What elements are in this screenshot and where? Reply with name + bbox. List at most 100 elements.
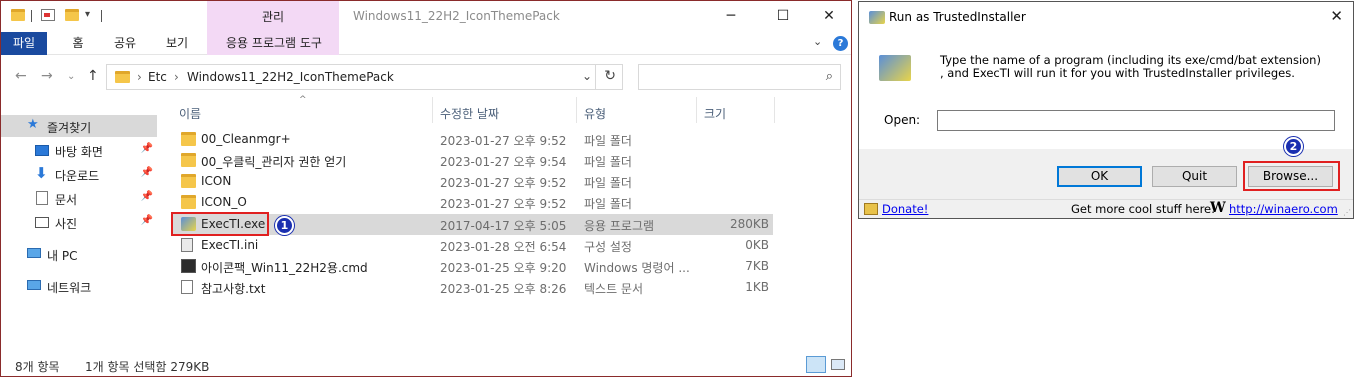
file-name: 참고사항.txt	[201, 282, 266, 296]
refresh-icon[interactable]: ↻	[604, 68, 616, 84]
file-date: 2023-01-27 오후 9:52	[440, 197, 567, 211]
ribbon-tabs: 파일 홈 공유 보기 응용 프로그램 도구 ⌄ ?	[1, 32, 851, 55]
status-bar: 8개 항목 1개 항목 선택함 279KB	[1, 351, 851, 377]
table-row[interactable]: ICON_O 2023-01-27 오후 9:52 파일 폴더	[173, 192, 773, 213]
column-header-size[interactable]: 크기	[704, 105, 726, 122]
details-view-icon[interactable]	[806, 356, 826, 373]
column-separator[interactable]	[576, 97, 577, 123]
cmd-file-icon	[181, 259, 196, 273]
more-stuff-text: Get more cool stuff here:	[1071, 202, 1215, 216]
dialog-body: Type the name of a program (including it…	[859, 33, 1353, 149]
file-size: 1KB	[745, 280, 769, 294]
manage-context-tab[interactable]: 관리	[207, 1, 339, 32]
up-arrow-icon[interactable]: ↑	[87, 68, 99, 84]
column-separator[interactable]	[696, 97, 697, 123]
recent-locations-chevron-icon[interactable]: ⌄	[67, 71, 75, 82]
sidebar-item-network[interactable]: 네트워크	[1, 275, 157, 297]
sidebar-item-quick-access[interactable]: ★ 즐겨찾기	[1, 115, 157, 137]
separator	[31, 10, 32, 22]
ok-button[interactable]: OK	[1057, 166, 1142, 187]
file-type: 구성 설정	[584, 240, 632, 254]
close-button[interactable]: ✕	[819, 7, 839, 25]
file-date: 2023-01-25 오후 8:26	[440, 282, 567, 296]
item-count: 8개 항목	[15, 360, 60, 374]
file-date: 2023-01-28 오전 6:54	[440, 240, 567, 254]
open-input[interactable]	[937, 110, 1335, 131]
maximize-button[interactable]: ☐	[773, 7, 793, 25]
highlight-box-browse	[1243, 161, 1340, 191]
run-as-trustedinstaller-dialog: Run as TrustedInstaller ✕ Type the name …	[858, 1, 1354, 219]
customize-qa-chevron-icon[interactable]: ▾	[85, 9, 90, 20]
back-arrow-icon[interactable]: ←	[15, 68, 27, 84]
chevron-right-icon[interactable]: ›	[174, 70, 179, 84]
tab-view[interactable]: 보기	[155, 32, 199, 55]
tab-share[interactable]: 공유	[105, 32, 145, 55]
expand-ribbon-chevron-icon[interactable]: ⌄	[813, 35, 822, 48]
tab-file[interactable]: 파일	[1, 32, 47, 55]
highlight-box-exectI	[171, 212, 269, 236]
address-bar[interactable]: › Etc › Windows11_22H2_IconThemePack ⌄ ↻	[106, 64, 623, 90]
file-name: ICON_O	[201, 195, 247, 209]
table-row[interactable]: ExecTI.ini 2023-01-28 오전 6:54 구성 설정 0KB	[173, 235, 773, 256]
column-header-name[interactable]: 이름	[179, 105, 201, 122]
large-icons-view-icon[interactable]	[829, 356, 847, 373]
minimize-button[interactable]: ─	[721, 7, 741, 25]
dialog-link-bar: Donate! Get more cool stuff here: W http…	[859, 199, 1353, 218]
sidebar-item-this-pc[interactable]: 내 PC	[1, 243, 157, 265]
chevron-right-icon[interactable]: ›	[137, 70, 142, 84]
pin-icon[interactable]: 📌	[141, 167, 153, 178]
close-button[interactable]: ✕	[1330, 7, 1343, 25]
table-row[interactable]: 00_Cleanmgr+ 2023-01-27 오후 9:52 파일 폴더	[173, 129, 773, 150]
new-folder-icon[interactable]	[65, 9, 79, 21]
window-title: Windows11_22H2_IconThemePack	[353, 9, 560, 23]
sidebar-item-documents[interactable]: 문서 📌	[1, 187, 157, 209]
pin-icon[interactable]: 📌	[141, 191, 153, 202]
quit-button[interactable]: Quit	[1152, 166, 1237, 187]
file-type: 파일 폴더	[584, 197, 632, 211]
selection-info: 1개 항목 선택함 279KB	[85, 360, 210, 374]
breadcrumb-current-folder[interactable]: Windows11_22H2_IconThemePack	[187, 70, 394, 84]
column-separator[interactable]	[432, 97, 433, 123]
table-row[interactable]: 참고사항.txt 2023-01-25 오후 8:26 텍스트 문서 1KB	[173, 277, 773, 298]
search-input[interactable]: ⌕	[638, 64, 841, 90]
dialog-button-bar: OK Quit Browse... 2	[859, 137, 1353, 199]
breadcrumb-etc[interactable]: Etc	[148, 70, 167, 84]
properties-icon[interactable]	[41, 9, 55, 21]
pin-icon[interactable]: 📌	[141, 215, 153, 226]
resize-grip-icon[interactable]: ⋰	[1343, 208, 1351, 217]
documents-icon	[36, 191, 48, 205]
folder-icon	[181, 174, 196, 188]
file-type: Windows 명령어 ...	[584, 261, 690, 275]
pictures-icon	[35, 217, 49, 228]
sidebar-item-desktop[interactable]: 바탕 화면 📌	[1, 139, 157, 161]
column-header-date[interactable]: 수정한 날짜	[440, 105, 499, 122]
tab-application-tools[interactable]: 응용 프로그램 도구	[211, 32, 337, 55]
table-row[interactable]: ICON 2023-01-27 오후 9:52 파일 폴더	[173, 171, 773, 192]
donate-link[interactable]: Donate!	[882, 202, 928, 216]
file-name: 00_우클릭_관리자 권한 얻기	[201, 155, 347, 169]
table-row[interactable]: 00_우클릭_관리자 권한 얻기 2023-01-27 오후 9:54 파일 폴…	[173, 150, 773, 171]
winaero-link[interactable]: http://winaero.com	[1229, 202, 1338, 216]
navigation-pane: ★ 즐겨찾기 바탕 화면 📌 ⬇ 다운로드 📌 문서 📌 사진 📌 내 PC 네…	[1, 97, 161, 347]
folder-icon	[181, 195, 196, 209]
sidebar-item-downloads[interactable]: ⬇ 다운로드 📌	[1, 163, 157, 185]
file-type: 파일 폴더	[584, 155, 632, 169]
table-row[interactable]: 아이콘팩_Win11_22H2용.cmd 2023-01-25 오후 9:20 …	[173, 256, 773, 277]
file-name: 아이콘팩_Win11_22H2용.cmd	[201, 261, 368, 275]
forward-arrow-icon[interactable]: →	[41, 68, 53, 84]
tab-home[interactable]: 홈	[61, 32, 95, 55]
donate-icon	[864, 203, 878, 215]
address-dropdown-chevron-icon[interactable]: ⌄	[582, 69, 592, 83]
file-type: 파일 폴더	[584, 176, 632, 190]
file-name: ICON	[201, 174, 232, 188]
sidebar-item-pictures[interactable]: 사진 📌	[1, 211, 157, 233]
column-separator[interactable]	[774, 97, 775, 123]
open-label: Open:	[884, 113, 921, 127]
help-icon[interactable]: ?	[833, 36, 848, 51]
desktop-icon	[35, 145, 49, 156]
column-header-type[interactable]: 유형	[584, 105, 606, 122]
sidebar-item-label: 내 PC	[47, 249, 78, 263]
sidebar-item-label: 사진	[55, 217, 78, 231]
file-name: ExecTI.ini	[201, 238, 259, 252]
pin-icon[interactable]: 📌	[141, 143, 153, 154]
